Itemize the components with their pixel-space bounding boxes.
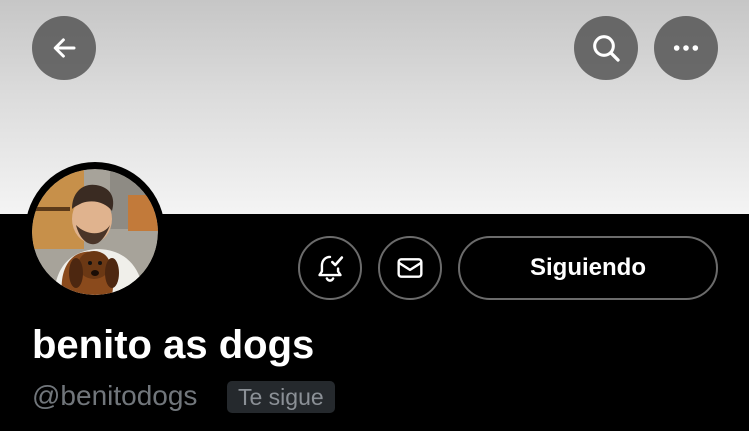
follows-you-badge: Te sigue xyxy=(227,381,335,413)
envelope-icon xyxy=(397,258,423,278)
search-icon xyxy=(593,35,620,62)
following-button[interactable]: Siguiendo xyxy=(458,236,718,300)
arrow-left-icon xyxy=(53,38,76,58)
display-name: benito as dogs xyxy=(32,323,315,367)
search-button[interactable] xyxy=(574,16,638,80)
following-button-label: Siguiendo xyxy=(530,254,646,281)
back-button[interactable] xyxy=(32,16,96,80)
avatar xyxy=(32,169,158,295)
notifications-button[interactable] xyxy=(298,236,362,300)
more-horizontal-icon xyxy=(673,45,699,51)
message-button[interactable] xyxy=(378,236,442,300)
more-options-button[interactable] xyxy=(654,16,718,80)
user-handle: @benitodogs xyxy=(32,380,198,411)
bell-check-icon xyxy=(318,255,344,282)
avatar-frame[interactable] xyxy=(25,162,165,302)
